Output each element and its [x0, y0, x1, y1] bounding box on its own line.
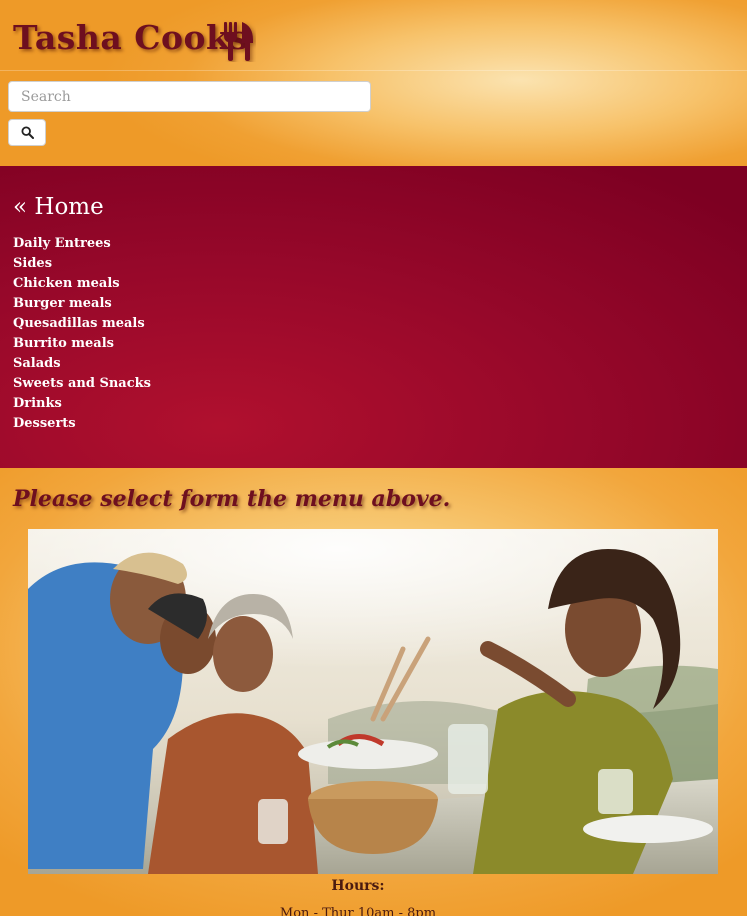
menu-item-burger-meals[interactable]: Burger meals: [13, 294, 151, 314]
search-icon: [20, 126, 34, 139]
fork-knife-icon: [224, 22, 253, 61]
page-tagline: Please select form the menu above.: [13, 486, 451, 512]
hours-value: Mon - Thur 10am - 8pm: [279, 906, 437, 916]
menu-item-sides[interactable]: Sides: [13, 254, 151, 274]
hero-photo: [28, 529, 718, 874]
site-header: Tasha Cooks: [0, 0, 747, 166]
main-content: Please select form the menu above. Hours…: [0, 468, 747, 916]
search-input[interactable]: [8, 81, 371, 112]
menu-item-daily-entrees[interactable]: Daily Entrees: [13, 234, 151, 254]
hours-label: Hours:: [331, 878, 385, 894]
menu-item-chicken-meals[interactable]: Chicken meals: [13, 274, 151, 294]
menu-item-drinks[interactable]: Drinks: [13, 394, 151, 414]
menu-nav: « Home Daily Entrees Sides Chicken meals…: [0, 166, 747, 468]
menu-item-salads[interactable]: Salads: [13, 354, 151, 374]
home-link[interactable]: « Home: [13, 194, 104, 220]
site-logo-text[interactable]: Tasha Cooks: [13, 18, 248, 57]
brand-bar: Tasha Cooks: [0, 0, 747, 71]
menu-category-list: Daily Entrees Sides Chicken meals Burger…: [13, 234, 151, 434]
menu-item-burrito-meals[interactable]: Burrito meals: [13, 334, 151, 354]
menu-item-desserts[interactable]: Desserts: [13, 414, 151, 434]
menu-item-quesadillas-meals[interactable]: Quesadillas meals: [13, 314, 151, 334]
search-button[interactable]: [8, 119, 46, 146]
menu-item-sweets-and-snacks[interactable]: Sweets and Snacks: [13, 374, 151, 394]
